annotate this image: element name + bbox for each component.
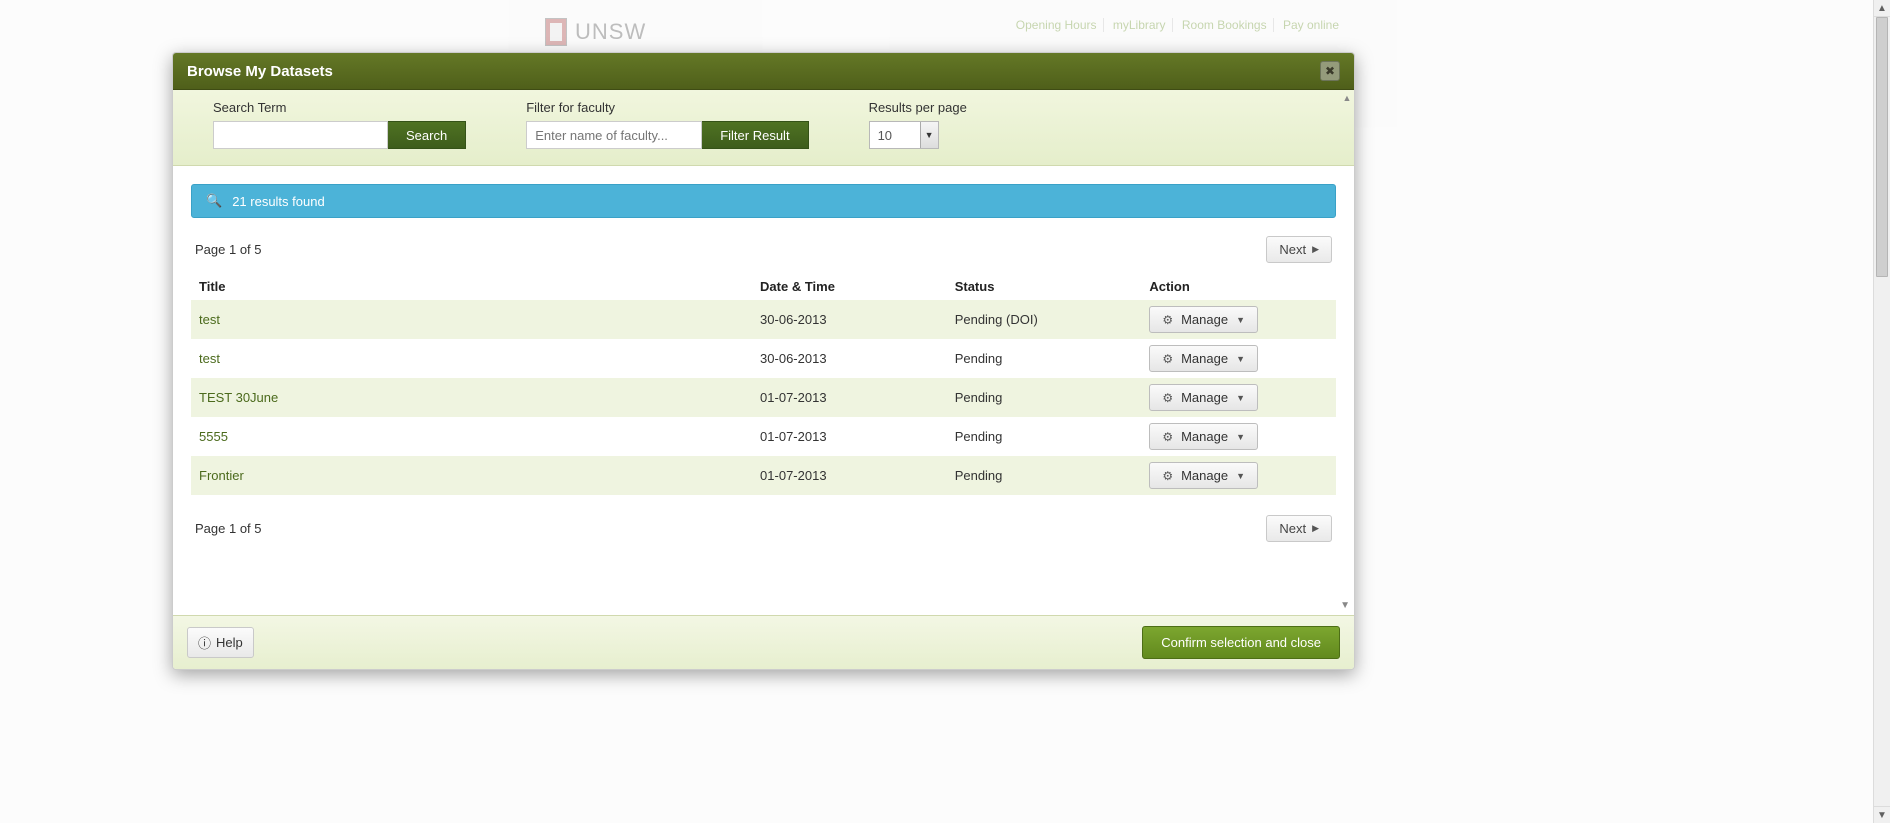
dataset-title-link[interactable]: test (199, 312, 220, 327)
modal-scroll-down-icon[interactable]: ▼ (1340, 600, 1350, 611)
datasets-table: Title Date & Time Status Action test 30-0… (191, 273, 1336, 495)
manage-button[interactable]: ⚙Manage▼ (1149, 423, 1258, 450)
modal-title: Browse My Datasets (187, 63, 333, 80)
rpp-label: Results per page (869, 100, 967, 115)
pager-bottom: Page 1 of 5 Next ▶ (195, 515, 1332, 542)
gear-icon: ⚙ (1162, 313, 1173, 327)
browse-datasets-modal: Browse My Datasets ✖ ▲ Search Term Searc… (172, 52, 1355, 670)
crest-icon (545, 18, 567, 46)
chevron-down-icon: ▼ (1236, 471, 1245, 481)
manage-button[interactable]: ⚙Manage▼ (1149, 384, 1258, 411)
results-count: 21 results found (232, 194, 325, 209)
chevron-down-icon: ▼ (1236, 354, 1245, 364)
results-banner: 🔍 21 results found (191, 184, 1336, 218)
help-button[interactable]: ⓘ Help (187, 627, 254, 658)
bg-logo: UNSW (545, 18, 646, 46)
col-title: Title (191, 273, 752, 300)
chevron-down-icon: ▼ (920, 122, 938, 148)
scroll-down-icon[interactable]: ▼ (1874, 806, 1890, 823)
filter-bar: ▲ Search Term Search Filter for faculty … (173, 90, 1354, 166)
dataset-title-link[interactable]: 5555 (199, 429, 228, 444)
table-row: test 30-06-2013Pending (DOI) ⚙Manage▼ (191, 300, 1336, 339)
dataset-status: Pending (947, 378, 1142, 417)
faculty-group: Filter for faculty Filter Result (526, 100, 808, 149)
results-per-page-group: Results per page 10 ▼ (869, 100, 967, 149)
gear-icon: ⚙ (1162, 469, 1173, 483)
table-row: Frontier 01-07-2013Pending ⚙Manage▼ (191, 456, 1336, 495)
search-label: Search Term (213, 100, 466, 115)
close-icon: ✖ (1325, 64, 1335, 78)
rpp-select[interactable]: 10 ▼ (869, 121, 939, 149)
chevron-down-icon: ▼ (1236, 432, 1245, 442)
browser-scrollbar[interactable]: ▲ ▼ (1873, 0, 1890, 823)
dataset-date: 01-07-2013 (752, 456, 947, 495)
manage-button[interactable]: ⚙Manage▼ (1149, 306, 1258, 333)
info-icon: ⓘ (198, 633, 211, 652)
search-button[interactable]: Search (388, 121, 466, 149)
manage-button[interactable]: ⚙Manage▼ (1149, 345, 1258, 372)
scroll-thumb[interactable] (1876, 17, 1888, 277)
close-button[interactable]: ✖ (1320, 61, 1340, 81)
dataset-date: 01-07-2013 (752, 378, 947, 417)
dataset-title-link[interactable]: test (199, 351, 220, 366)
next-button-bottom[interactable]: Next ▶ (1266, 515, 1332, 542)
chevron-down-icon: ▼ (1236, 393, 1245, 403)
filter-result-button[interactable]: Filter Result (702, 121, 808, 149)
next-button-top[interactable]: Next ▶ (1266, 236, 1332, 263)
scroll-up-icon[interactable]: ▲ (1874, 0, 1890, 17)
dataset-title-link[interactable]: TEST 30June (199, 390, 278, 405)
page-info-top: Page 1 of 5 (195, 242, 262, 257)
table-row: test 30-06-2013Pending ⚙Manage▼ (191, 339, 1336, 378)
gear-icon: ⚙ (1162, 391, 1173, 405)
chevron-right-icon: ▶ (1312, 244, 1319, 255)
table-row: TEST 30June 01-07-2013Pending ⚙Manage▼ (191, 378, 1336, 417)
table-row: 5555 01-07-2013Pending ⚙Manage▼ (191, 417, 1336, 456)
search-group: Search Term Search (213, 100, 466, 149)
dataset-status: Pending (947, 417, 1142, 456)
chevron-down-icon: ▼ (1236, 315, 1245, 325)
bg-top-links: Opening Hours myLibrary Room Bookings Pa… (1010, 18, 1345, 32)
bg-brand: UNSW (575, 19, 646, 45)
gear-icon: ⚙ (1162, 352, 1173, 366)
modal-body: 🔍 21 results found Page 1 of 5 Next ▶ Ti… (173, 166, 1354, 615)
page-info-bottom: Page 1 of 5 (195, 521, 262, 536)
modal-header: Browse My Datasets ✖ (173, 53, 1354, 90)
modal-footer: ⓘ Help Confirm selection and close (173, 615, 1354, 669)
dataset-date: 30-06-2013 (752, 300, 947, 339)
col-action: Action (1141, 273, 1336, 300)
faculty-label: Filter for faculty (526, 100, 808, 115)
dataset-title-link[interactable]: Frontier (199, 468, 244, 483)
dataset-date: 30-06-2013 (752, 339, 947, 378)
search-input[interactable] (213, 121, 388, 149)
search-icon: 🔍 (206, 193, 222, 209)
manage-button[interactable]: ⚙Manage▼ (1149, 462, 1258, 489)
dataset-status: Pending (DOI) (947, 300, 1142, 339)
gear-icon: ⚙ (1162, 430, 1173, 444)
dataset-status: Pending (947, 456, 1142, 495)
modal-scroll-up-icon[interactable]: ▲ (1340, 90, 1354, 106)
col-status: Status (947, 273, 1142, 300)
confirm-selection-button[interactable]: Confirm selection and close (1142, 626, 1340, 659)
dataset-status: Pending (947, 339, 1142, 378)
dataset-date: 01-07-2013 (752, 417, 947, 456)
col-date: Date & Time (752, 273, 947, 300)
rpp-value: 10 (870, 128, 920, 143)
pager-top: Page 1 of 5 Next ▶ (195, 236, 1332, 263)
faculty-input[interactable] (526, 121, 702, 149)
chevron-right-icon: ▶ (1312, 523, 1319, 534)
